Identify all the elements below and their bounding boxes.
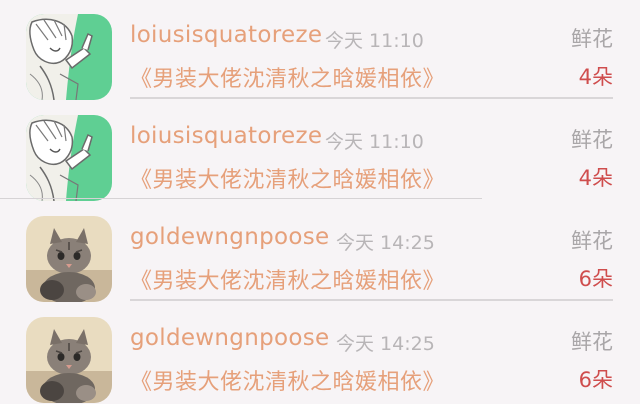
cat-photo-avatar[interactable] [26,317,112,403]
anime-character-avatar-image [26,14,112,100]
username[interactable]: goldewngnpoose [130,224,329,250]
username[interactable]: loiusisquatoreze [130,123,322,149]
row-divider [130,299,613,301]
timestamp: 今天 11:10 [325,30,424,52]
cat-photo-avatar[interactable] [26,216,112,302]
gift-type-label: 鲜花 [571,27,613,51]
gift-type-label: 鲜花 [571,229,613,253]
gift-type-label: 鲜花 [571,128,613,152]
anime-character-avatar[interactable] [26,115,112,201]
timestamp: 今天 11:10 [325,131,424,153]
book-title-link[interactable]: 《男装大佬沈清秋之晗媛相依》 [130,61,445,93]
timestamp: 今天 14:25 [336,333,435,355]
gift-record-row[interactable]: loiusisquatoreze 今天 11:10 鲜花 《男装大佬沈清秋之晗媛… [0,101,640,202]
anime-character-avatar-image [26,115,112,201]
row-divider [0,198,482,199]
gift-count: 4朵 [578,65,613,89]
book-title-link[interactable]: 《男装大佬沈清秋之晗媛相依》 [130,162,445,194]
gift-record-list: loiusisquatoreze 今天 11:10 鲜花 《男装大佬沈清秋之晗媛… [0,0,640,404]
gift-record-row[interactable]: loiusisquatoreze 今天 11:10 鲜花 《男装大佬沈清秋之晗媛… [0,0,640,101]
username[interactable]: goldewngnpoose [130,325,329,351]
timestamp: 今天 14:25 [336,232,435,254]
gift-count: 6朵 [578,368,613,392]
cat-photo-avatar-image [26,317,112,403]
username[interactable]: loiusisquatoreze [130,22,322,48]
book-title-link[interactable]: 《男装大佬沈清秋之晗媛相依》 [130,364,445,396]
gift-record-row[interactable]: goldewngnpoose 今天 14:25 鲜花 《男装大佬沈清秋之晗媛相依… [0,303,640,404]
gift-count: 6朵 [578,267,613,291]
gift-count: 4朵 [578,166,613,190]
anime-character-avatar[interactable] [26,14,112,100]
row-divider [130,97,613,99]
gift-record-row[interactable]: goldewngnpoose 今天 14:25 鲜花 《男装大佬沈清秋之晗媛相依… [0,202,640,303]
cat-photo-avatar-image [26,216,112,302]
book-title-link[interactable]: 《男装大佬沈清秋之晗媛相依》 [130,263,445,295]
gift-type-label: 鲜花 [571,330,613,354]
